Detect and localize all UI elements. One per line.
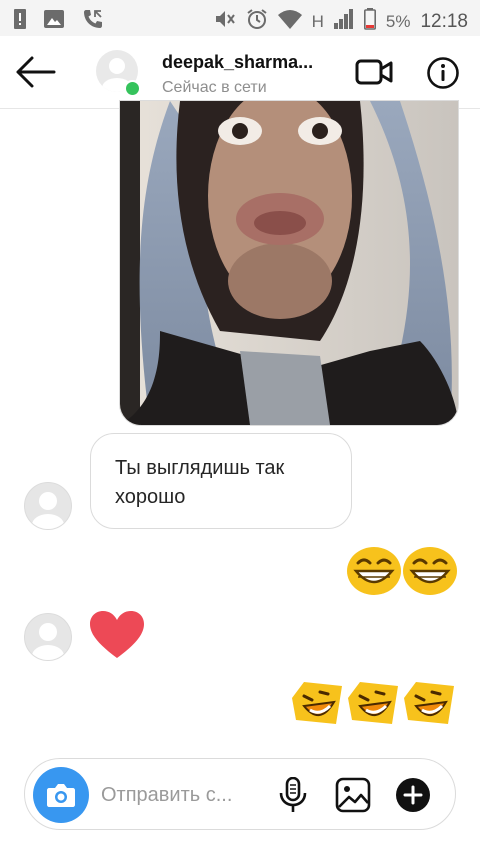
clock: 12:18: [420, 10, 468, 32]
add-icon: [396, 778, 430, 812]
wifi-icon: [277, 9, 302, 34]
battery-percent: 5%: [385, 11, 411, 31]
microphone-button[interactable]: [277, 776, 309, 813]
video-call-button[interactable]: [354, 56, 394, 88]
add-button[interactable]: [395, 777, 431, 813]
mute-icon: [214, 9, 236, 34]
missed-call-icon: [82, 8, 104, 35]
alarm-icon: [246, 8, 268, 35]
selfie-photo: [120, 101, 458, 425]
chat-username[interactable]: deepak_sharma...: [162, 52, 342, 73]
battery-low-icon: [363, 8, 376, 35]
laughing-tilted-emoji[interactable]: [290, 676, 346, 735]
sender-avatar[interactable]: [24, 613, 72, 661]
gallery-button[interactable]: [335, 777, 371, 813]
status-bar: H 5% 12:18: [0, 0, 480, 36]
online-indicator: [124, 80, 141, 97]
info-button[interactable]: [426, 56, 460, 90]
alert-icon: [14, 9, 26, 34]
info-icon: [427, 57, 459, 89]
message-composer: [24, 758, 456, 830]
camera-icon: [47, 784, 75, 807]
laughing-tilted-emoji[interactable]: [402, 676, 458, 735]
video-call-icon: [355, 59, 393, 85]
microphone-icon: [279, 776, 307, 812]
default-avatar-icon: [32, 492, 64, 529]
back-button[interactable]: [14, 54, 58, 90]
chat-header: deepak_sharma... Сейчас в сети: [0, 36, 480, 109]
photo-message[interactable]: [119, 100, 459, 426]
red-heart-emoji[interactable]: [88, 610, 146, 665]
sender-avatar[interactable]: [24, 482, 72, 530]
back-arrow-icon: [16, 56, 56, 88]
laughing-tilted-emoji[interactable]: [346, 676, 402, 735]
gallery-icon: [335, 777, 371, 813]
image-notification-icon: [44, 10, 64, 33]
online-status: Сейчас в сети: [162, 79, 267, 96]
signal-icon: [333, 9, 354, 34]
camera-button[interactable]: [33, 767, 89, 823]
message-input[interactable]: [101, 779, 281, 811]
network-type: H: [311, 11, 324, 31]
default-avatar-icon: [32, 623, 64, 660]
grinning-squint-emoji[interactable]: [346, 545, 402, 602]
grinning-squint-emoji[interactable]: [402, 545, 458, 602]
incoming-message-bubble[interactable]: Ты выглядишь так хорошо: [90, 433, 352, 529]
